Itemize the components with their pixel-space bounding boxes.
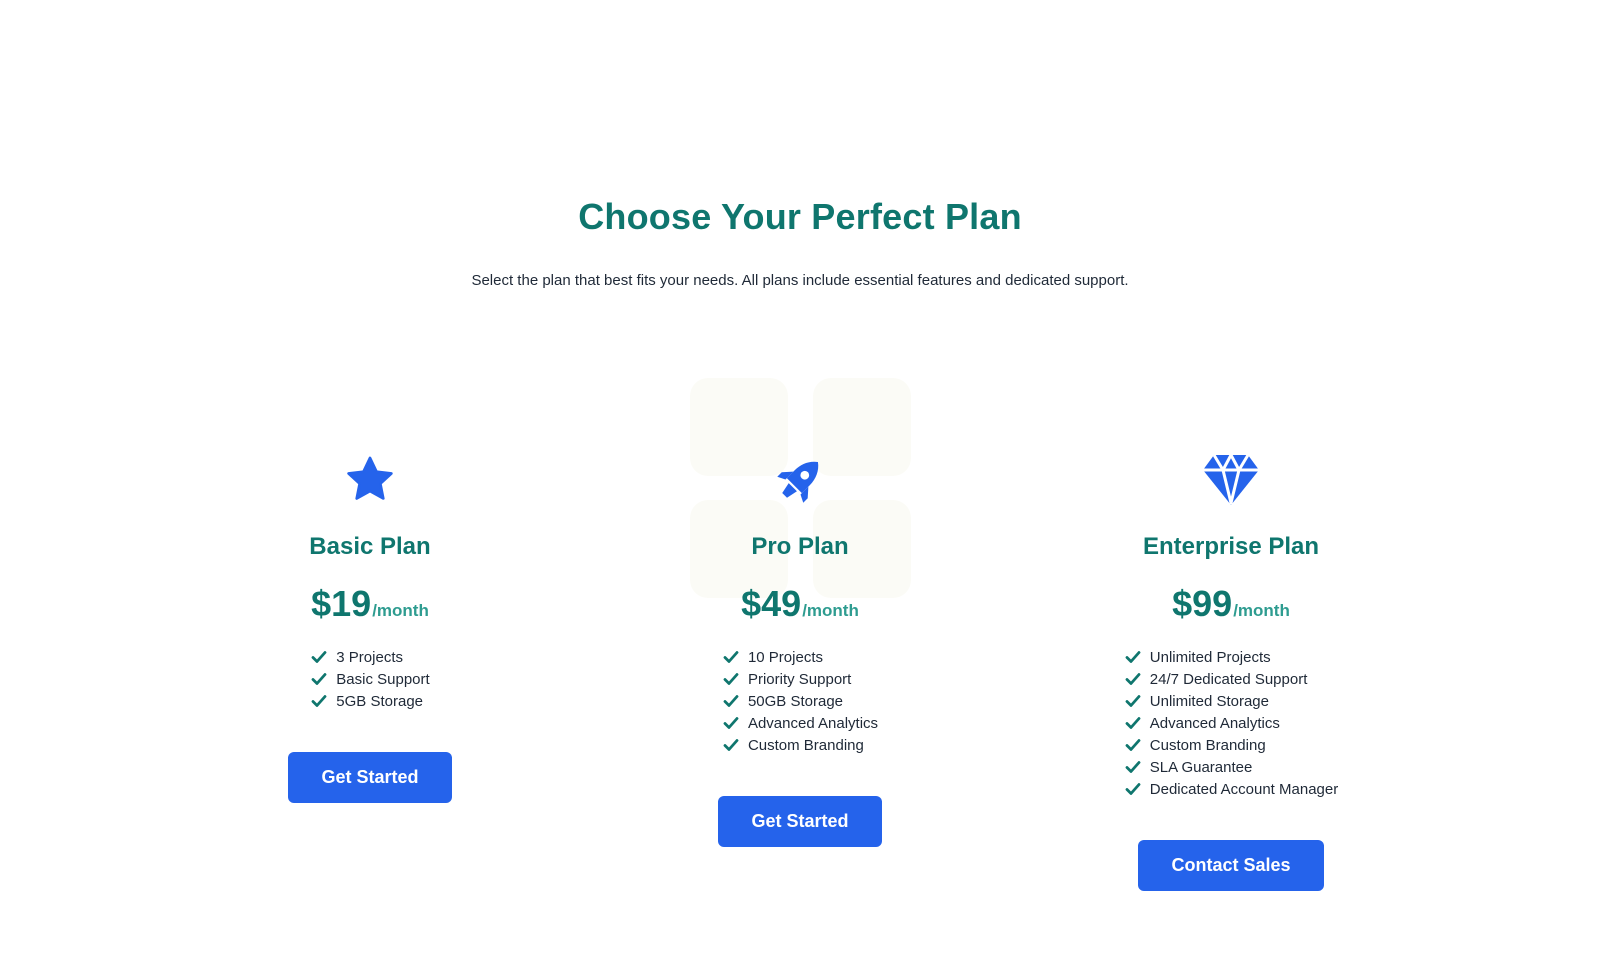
feature-label: Custom Branding xyxy=(1149,736,1266,754)
check-icon xyxy=(722,670,740,688)
feature-label: 3 Projects xyxy=(336,648,403,666)
feature-item: Advanced Analytics xyxy=(1124,712,1280,734)
feature-list: Unlimited Projects 24/7 Dedicated Suppor… xyxy=(1124,646,1338,800)
feature-item: Custom Branding xyxy=(722,734,864,756)
check-icon xyxy=(722,736,740,754)
plan-price: $19 xyxy=(311,583,372,624)
feature-label: Dedicated Account Manager xyxy=(1149,780,1339,798)
feature-item: 50GB Storage xyxy=(722,690,843,712)
contact-sales-button[interactable]: Contact Sales xyxy=(1138,840,1324,891)
plan-period: /month xyxy=(372,601,429,620)
feature-item: Advanced Analytics xyxy=(722,712,878,734)
feature-item: 10 Projects xyxy=(722,646,823,668)
plan-card-basic: Basic Plan $19 /month 3 Projects Basic S… xyxy=(180,450,560,803)
check-icon xyxy=(722,648,740,666)
diamond-icon xyxy=(1201,450,1261,510)
pricing-page: Choose Your Perfect Plan Select the plan… xyxy=(0,0,1600,978)
feature-label: Priority Support xyxy=(747,670,852,688)
feature-item: Basic Support xyxy=(310,668,430,690)
check-icon xyxy=(722,692,740,710)
check-icon xyxy=(1124,780,1142,798)
feature-label: Unlimited Projects xyxy=(1149,648,1271,666)
plan-name: Basic Plan xyxy=(309,533,431,560)
check-icon xyxy=(1124,714,1142,732)
star-icon xyxy=(340,450,400,510)
check-icon xyxy=(310,648,328,666)
feature-label: Custom Branding xyxy=(747,736,864,754)
feature-label: Unlimited Storage xyxy=(1149,692,1269,710)
feature-item: Priority Support xyxy=(722,668,851,690)
check-icon xyxy=(722,714,740,732)
plan-card-pro: Pro Plan $49 /month 10 Projects Priority… xyxy=(610,450,990,847)
feature-label: Basic Support xyxy=(336,670,430,688)
feature-label: SLA Guarantee xyxy=(1149,758,1253,776)
feature-list: 10 Projects Priority Support 50GB Storag… xyxy=(722,646,878,756)
check-icon xyxy=(310,670,328,688)
get-started-button[interactable]: Get Started xyxy=(288,752,452,803)
feature-item: Custom Branding xyxy=(1124,734,1266,756)
rocket-icon xyxy=(770,450,830,510)
plan-name: Pro Plan xyxy=(751,533,849,560)
price-row: $49 /month xyxy=(741,584,859,624)
feature-label: 50GB Storage xyxy=(747,692,844,710)
price-row: $99 /month xyxy=(1172,584,1290,624)
feature-label: 5GB Storage xyxy=(336,692,424,710)
feature-label: 10 Projects xyxy=(747,648,823,666)
price-row: $19 /month xyxy=(311,584,429,624)
feature-item: Unlimited Projects xyxy=(1124,646,1271,668)
feature-item: Unlimited Storage xyxy=(1124,690,1269,712)
plan-card-enterprise: Enterprise Plan $99 /month Unlimited Pro… xyxy=(1041,450,1421,891)
plan-name: Enterprise Plan xyxy=(1142,533,1320,560)
page-subtitle: Select the plan that best fits your need… xyxy=(471,272,1129,289)
plan-period: /month xyxy=(802,601,859,620)
check-icon xyxy=(310,692,328,710)
feature-item: SLA Guarantee xyxy=(1124,756,1253,778)
feature-label: Advanced Analytics xyxy=(1149,714,1280,732)
check-icon xyxy=(1124,736,1142,754)
feature-label: Advanced Analytics xyxy=(747,714,879,732)
check-icon xyxy=(1124,692,1142,710)
page-title: Choose Your Perfect Plan xyxy=(578,196,1022,237)
plan-period: /month xyxy=(1233,601,1290,620)
check-icon xyxy=(1124,670,1142,688)
check-icon xyxy=(1124,648,1142,666)
feature-item: Dedicated Account Manager xyxy=(1124,778,1338,800)
check-icon xyxy=(1124,758,1142,776)
get-started-button[interactable]: Get Started xyxy=(718,796,882,847)
plan-price: $99 xyxy=(1172,583,1233,624)
feature-label: 24/7 Dedicated Support xyxy=(1149,670,1308,688)
feature-item: 24/7 Dedicated Support xyxy=(1124,668,1308,690)
feature-item: 3 Projects xyxy=(310,646,403,668)
feature-item: 5GB Storage xyxy=(310,690,423,712)
plan-price: $49 xyxy=(741,583,802,624)
feature-list: 3 Projects Basic Support 5GB Storage xyxy=(310,646,430,712)
